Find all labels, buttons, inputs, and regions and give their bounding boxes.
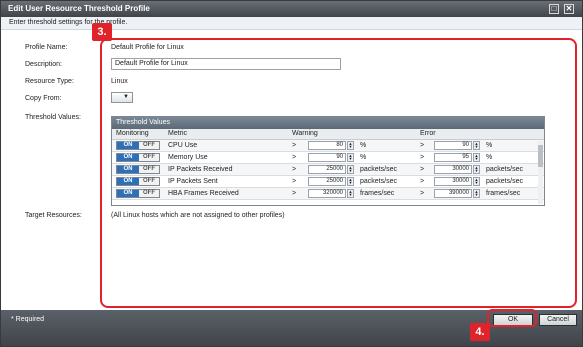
edit-threshold-profile-dialog: Edit User Resource Threshold Profile □ ✕… [0, 0, 583, 347]
highlight-box-form [100, 38, 577, 308]
highlight-box-ok [487, 309, 537, 327]
step-3-badge: 3. [92, 23, 112, 41]
dialog-title: Edit User Resource Threshold Profile [8, 4, 150, 13]
copy-from-label: Copy From: [25, 95, 62, 102]
instruction-bar: Enter threshold settings for the profile… [1, 17, 582, 30]
profile-name-label: Profile Name: [25, 44, 68, 51]
required-note: * Required [11, 316, 45, 323]
threshold-values-label: Threshold Values: [25, 114, 81, 121]
cancel-button[interactable]: Cancel [539, 314, 577, 326]
dialog-titlebar: Edit User Resource Threshold Profile □ ✕ [1, 1, 582, 17]
resource-type-label: Resource Type: [25, 78, 74, 85]
target-resources-label: Target Resources: [25, 212, 82, 219]
description-label: Description: [25, 61, 62, 68]
close-icon[interactable]: ✕ [564, 4, 574, 14]
maximize-icon[interactable]: □ [549, 4, 559, 14]
step-4-badge: 4. [470, 323, 490, 341]
